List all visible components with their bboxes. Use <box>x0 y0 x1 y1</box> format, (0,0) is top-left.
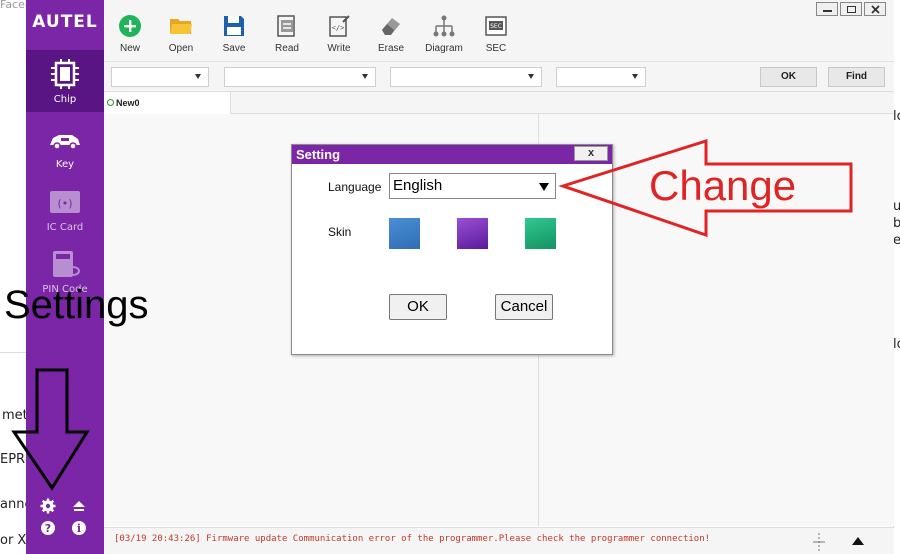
tool-label: Write <box>327 43 351 54</box>
toolbar: New Open Save Read </> Write Erase Diagr… <box>104 0 894 62</box>
maximize-button[interactable] <box>840 2 862 16</box>
help-icon[interactable]: ? <box>40 520 56 536</box>
new-button[interactable]: New <box>102 12 158 58</box>
chevron-down-icon <box>528 74 534 79</box>
close-window-button[interactable] <box>864 2 886 16</box>
filter-combo-3[interactable] <box>390 67 542 87</box>
bg-fragment: or X <box>0 533 27 548</box>
filter-combo-1[interactable] <box>111 67 209 87</box>
svg-text:(•): (•) <box>57 197 72 210</box>
save-button[interactable]: Save <box>206 12 262 58</box>
minimize-icon <box>823 10 832 12</box>
tool-label: Read <box>275 43 299 54</box>
skin-swatch-green[interactable] <box>525 218 556 249</box>
chevron-down-icon <box>362 74 368 79</box>
open-button[interactable]: Open <box>153 12 209 58</box>
language-select[interactable]: English <box>389 173 556 199</box>
filter-combo-2[interactable] <box>224 67 376 87</box>
status-bar: [03/19 20:43:26] Firmware update Communi… <box>104 527 894 554</box>
tool-label: Diagram <box>425 43 463 54</box>
tool-label: Open <box>168 43 194 54</box>
setting-dialog: Setting x Language English Skin OK Cance… <box>291 144 613 355</box>
pin-code-icon <box>53 251 80 277</box>
erase-button[interactable]: Erase <box>363 12 419 58</box>
folder-icon <box>170 19 192 34</box>
diagram-button[interactable]: Diagram <box>416 12 472 58</box>
settings-annotation-text: Settings <box>4 283 149 327</box>
write-chip-icon: </> <box>329 15 350 37</box>
screenshot: Facebook met EPRE anne or X lo ul b e lo… <box>0 0 900 554</box>
chevron-down-icon <box>195 74 201 79</box>
change-annotation-text: Change <box>649 162 797 209</box>
read-button[interactable]: Read <box>259 12 315 58</box>
bg-fragment: ul <box>893 199 900 214</box>
tool-label: SEC <box>485 43 507 54</box>
skin-label: Skin <box>328 225 352 239</box>
tool-label: Save <box>222 43 246 54</box>
sidebar-item-label: Key <box>55 159 75 170</box>
tool-label: New <box>119 43 140 54</box>
minimize-button[interactable] <box>816 2 838 16</box>
bg-fragment: b <box>893 216 900 231</box>
sidebar-item-chip[interactable]: Chip <box>26 50 104 112</box>
status-message: [03/19 20:43:26] Firmware update Communi… <box>114 534 711 544</box>
eraser-icon <box>382 18 400 35</box>
sidebar-item-ic-card[interactable]: (•) IC Card <box>26 178 104 240</box>
dialog-title-bar: Setting x <box>292 145 612 164</box>
chevron-down-icon <box>632 74 638 79</box>
write-button[interactable]: </> Write <box>311 12 367 58</box>
tool-label: Erase <box>377 43 405 54</box>
settings-gear-icon[interactable] <box>40 498 56 514</box>
info-icon[interactable]: i <box>71 520 87 536</box>
filter-ok-button[interactable]: OK <box>760 67 817 87</box>
language-value: English <box>393 177 443 194</box>
sec-button[interactable]: SEC SEC <box>468 12 524 58</box>
svg-text:</>: </> <box>332 24 345 32</box>
bg-divider <box>0 352 26 353</box>
diagram-icon <box>433 15 455 37</box>
svg-text:SEC: SEC <box>490 23 502 30</box>
language-label: Language <box>328 180 382 194</box>
bg-fragment: e <box>893 233 900 248</box>
sidebar-item-key[interactable]: Key <box>26 115 104 177</box>
status-dot-icon <box>107 99 114 106</box>
bg-fragment: met <box>2 408 28 423</box>
close-icon <box>871 5 880 14</box>
svg-text:?: ? <box>45 522 51 535</box>
filter-combo-4[interactable] <box>556 67 646 87</box>
expand-up-icon[interactable] <box>852 537 864 545</box>
dialog-ok-button[interactable]: OK <box>389 294 447 320</box>
read-chip-icon <box>277 15 295 37</box>
skin-swatch-blue[interactable] <box>389 218 420 249</box>
plus-circle-icon <box>119 15 141 37</box>
ic-card-icon: (•) <box>50 191 80 213</box>
tab-bar: New0 <box>104 92 894 114</box>
bg-fragment: lo <box>893 109 900 124</box>
skin-swatch-purple[interactable] <box>457 218 488 249</box>
autel-logo: AUTEL <box>32 12 98 32</box>
maximize-icon <box>847 6 856 13</box>
chip-icon <box>51 59 79 89</box>
filter-bar: OK Find <box>104 62 894 92</box>
find-button[interactable]: Find <box>828 67 885 87</box>
dialog-title: Setting <box>296 147 341 162</box>
split-handle-icon[interactable] <box>811 533 827 551</box>
tab-new0[interactable]: New0 <box>104 92 231 114</box>
sidebar-item-label: Chip <box>53 94 77 105</box>
car-key-icon <box>50 135 80 150</box>
sidebar-item-label: IC Card <box>46 222 84 233</box>
chevron-down-icon <box>539 183 549 191</box>
svg-text:i: i <box>77 522 81 535</box>
floppy-disk-icon <box>224 16 244 36</box>
sidebar: AUTEL Chip Key (•) IC Card PIN Code ? i <box>26 0 104 554</box>
sec-icon: SEC <box>485 16 507 36</box>
dialog-close-button[interactable]: x <box>574 146 608 161</box>
tab-label: New0 <box>116 98 140 108</box>
dialog-cancel-button[interactable]: Cancel <box>495 294 553 320</box>
upload-icon[interactable] <box>71 498 87 514</box>
bg-fragment: lo <box>893 337 900 352</box>
